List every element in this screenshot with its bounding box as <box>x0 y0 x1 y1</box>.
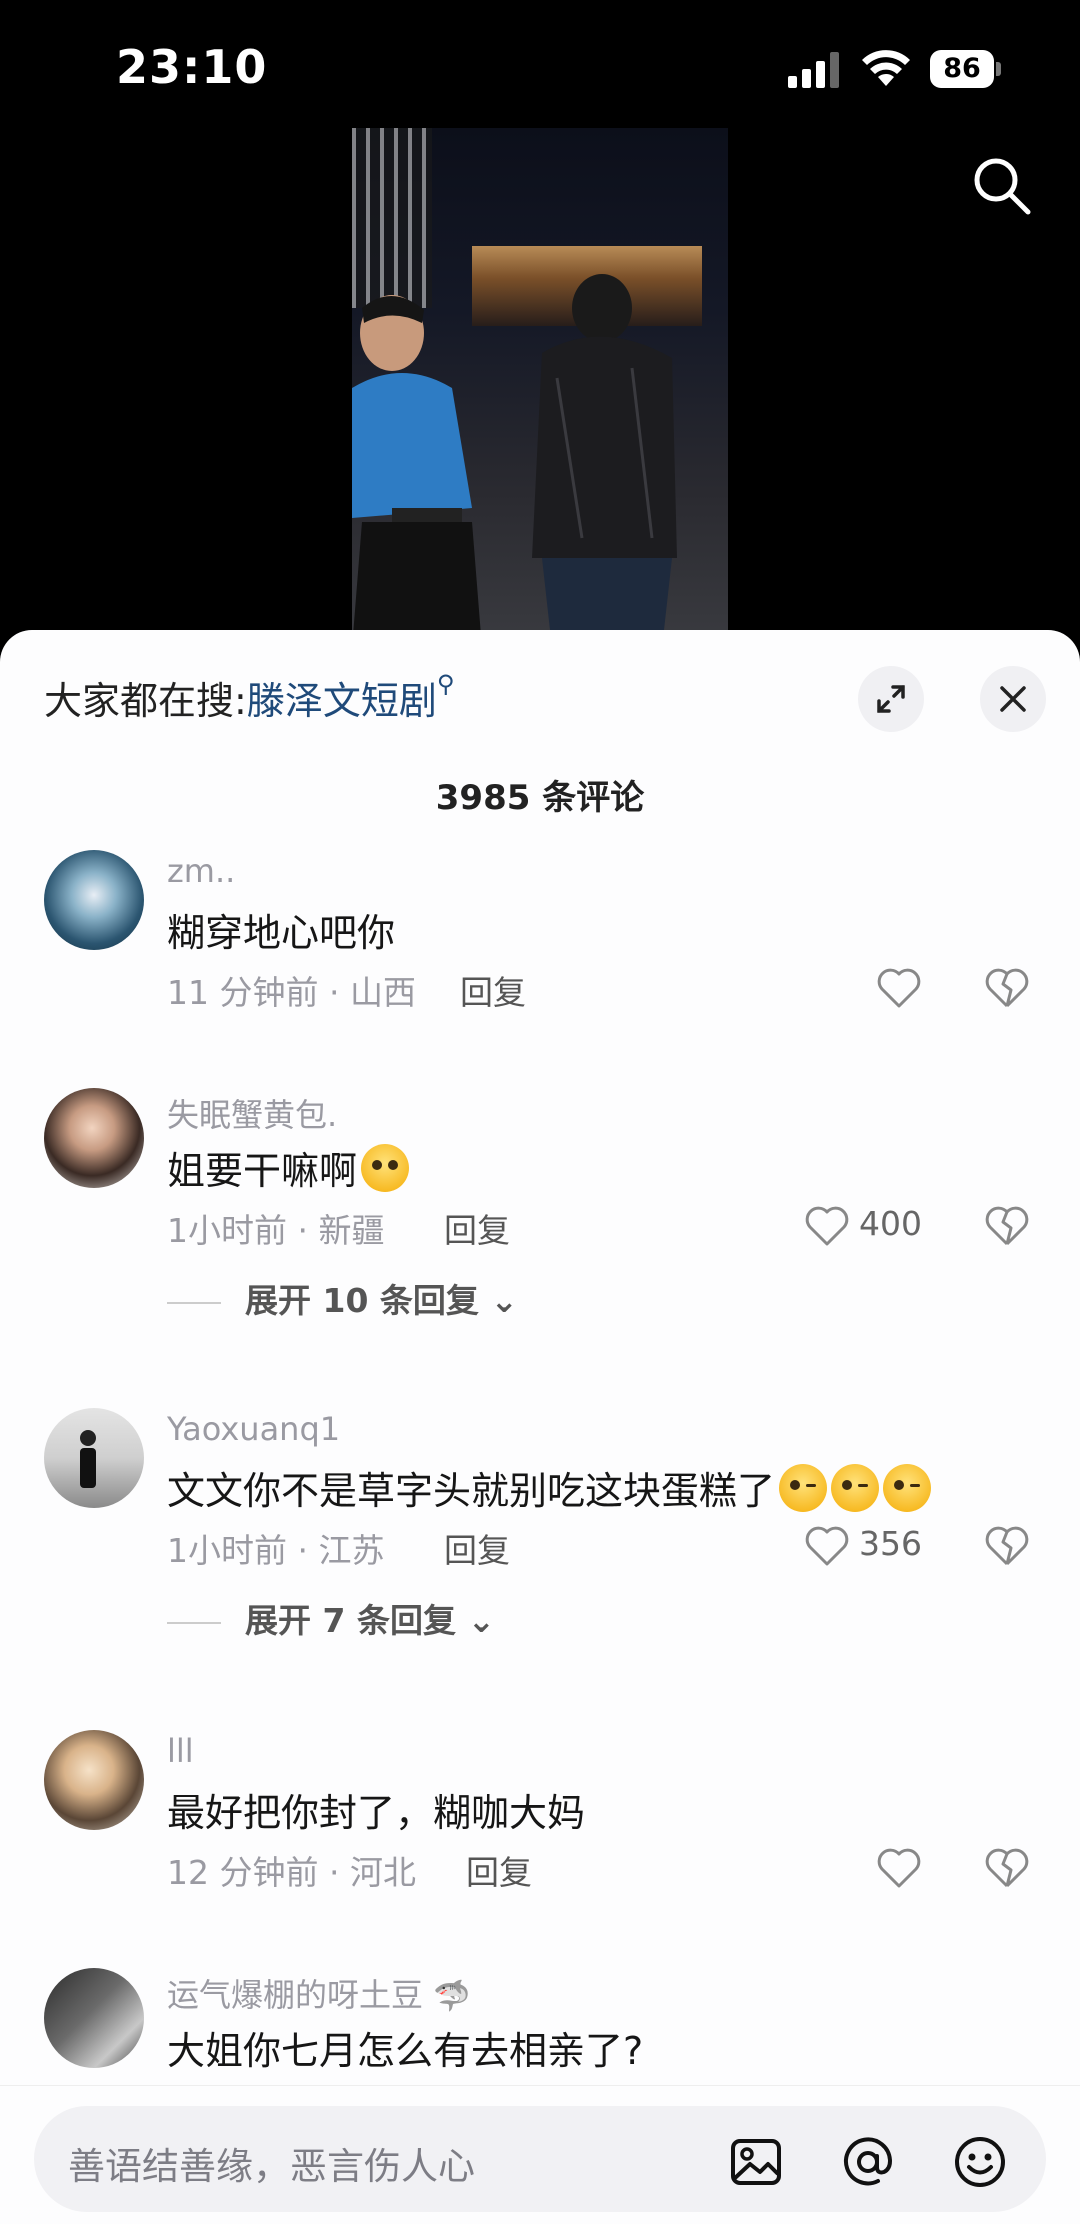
like-button[interactable]: 400 <box>804 1204 934 1250</box>
username-text: 运气爆棚的呀土豆 <box>167 1976 424 2014</box>
comment-sheet: 大家都在搜:滕泽文短剧⚲ 3985 条评论 zm.. 糊穿地心吧你 11 分钟前… <box>0 630 1080 2223</box>
heart-icon <box>877 1848 921 1888</box>
dislike-button[interactable] <box>984 966 1030 1012</box>
comment-meta: 1小时前 · 新疆 <box>167 1211 385 1250</box>
shark-emoji: 🦈 <box>433 1979 471 2014</box>
at-icon[interactable] <box>840 2134 896 2190</box>
battery-level: 86 <box>930 50 994 88</box>
comment-text: 文文你不是草字头就别吃这块蛋糕了 <box>167 1460 932 1515</box>
heart-icon <box>805 1206 849 1246</box>
chevron-down-icon: ⌄ <box>467 1601 496 1640</box>
trending-keyword[interactable]: 滕泽文短剧 <box>247 679 437 723</box>
comment-text-content: 文文你不是草字头就别吃这块蛋糕了 <box>167 1469 776 1513</box>
comment-meta: 11 分钟前 · 山西 <box>167 973 416 1012</box>
cellular-signal-icon <box>788 52 839 88</box>
video-person-woman <box>532 274 677 648</box>
like-button[interactable] <box>876 966 922 1012</box>
small-search-icon: ⚲ <box>436 670 455 698</box>
like-button[interactable] <box>876 1846 922 1892</box>
expand-button[interactable] <box>858 666 924 732</box>
heart-icon <box>877 968 921 1008</box>
status-bar: 23:10 86 <box>0 0 1080 130</box>
image-icon[interactable] <box>728 2134 784 2190</box>
broken-heart-icon <box>985 968 1029 1008</box>
chevron-down-icon: ⌄ <box>490 1281 519 1320</box>
comment-input-placeholder: 善语结善缘，恶言伤人心 <box>68 2145 475 2188</box>
comment-text: 最好把你封了，糊咖大妈 <box>167 1791 586 1835</box>
reply-button[interactable]: 回复 <box>466 1846 532 1894</box>
video-building-left <box>352 128 432 308</box>
winking-face-emoji <box>831 1464 880 1512</box>
battery-indicator: 86 <box>930 50 1002 88</box>
comment-input[interactable]: 善语结善缘，恶言伤人心 <box>34 2106 1046 2212</box>
reply-button[interactable]: 回复 <box>444 1524 510 1572</box>
comment-text: 糊穿地心吧你 <box>167 911 396 955</box>
heart-icon <box>805 1526 849 1566</box>
wifi-icon <box>862 50 910 86</box>
divider-line <box>167 1301 221 1304</box>
comment-count: 3985 条评论 <box>435 778 645 818</box>
comment-text: 大姐你七月怎么有去相亲了? <box>167 2029 644 2073</box>
avatar[interactable] <box>44 850 144 950</box>
winking-face-emoji <box>779 1464 828 1512</box>
expand-replies-label: 展开 10 条回复 <box>245 1281 479 1320</box>
comment-username[interactable]: 失眠蟹黄包. <box>167 1090 337 1136</box>
emoji-icon[interactable] <box>952 2134 1008 2190</box>
comment-username[interactable]: 运气爆棚的呀土豆 🦈 <box>167 1970 471 2016</box>
close-button[interactable] <box>980 666 1046 732</box>
close-icon <box>1000 686 1026 712</box>
expand-replies-label: 展开 7 条回复 <box>245 1601 456 1640</box>
video-person-man <box>352 295 482 648</box>
comment-username[interactable]: lll <box>167 1732 194 1770</box>
search-icon[interactable] <box>970 154 1034 218</box>
dislike-button[interactable] <box>984 1524 1030 1570</box>
comment-text: 姐要干嘛啊 <box>167 1140 410 1195</box>
status-time: 23:10 <box>116 40 268 94</box>
expand-replies-button[interactable]: 展开 10 条回复 ⌄ <box>167 1274 518 1322</box>
trending-prefix: 大家都在搜: <box>44 679 247 723</box>
reply-button[interactable]: 回复 <box>444 1204 510 1252</box>
avatar[interactable] <box>44 1968 144 2068</box>
broken-heart-icon <box>985 1526 1029 1566</box>
expand-replies-button[interactable]: 展开 7 条回复 ⌄ <box>167 1594 495 1642</box>
comment-username[interactable]: zm.. <box>167 852 235 890</box>
broken-heart-icon <box>985 1848 1029 1888</box>
avatar[interactable] <box>44 1730 144 1830</box>
comment-text-content: 姐要干嘛啊 <box>167 1149 358 1193</box>
battery-tip <box>996 62 1001 76</box>
like-count: 400 <box>859 1204 922 1243</box>
avatar[interactable] <box>44 1088 144 1188</box>
trending-search[interactable]: 大家都在搜:滕泽文短剧⚲ <box>44 670 454 725</box>
expand-icon <box>877 685 905 713</box>
broken-heart-icon <box>985 1206 1029 1246</box>
avatar-figure <box>80 1430 96 1488</box>
comment-input-bar: 善语结善缘，恶言伤人心 <box>0 2085 1080 2224</box>
avatar[interactable] <box>44 1408 144 1508</box>
divider-line <box>167 1621 221 1624</box>
comment-username[interactable]: Yaoxuanq1 <box>167 1410 340 1448</box>
like-button[interactable]: 356 <box>804 1524 934 1570</box>
winking-face-emoji <box>883 1464 932 1512</box>
like-count: 356 <box>859 1524 922 1563</box>
reply-button[interactable]: 回复 <box>460 966 526 1014</box>
flushed-face-emoji <box>361 1144 410 1192</box>
comment-meta: 12 分钟前 · 河北 <box>167 1853 416 1892</box>
dislike-button[interactable] <box>984 1204 1030 1250</box>
comment-meta: 1小时前 · 江苏 <box>167 1531 385 1570</box>
video-player[interactable] <box>352 128 728 648</box>
dislike-button[interactable] <box>984 1846 1030 1892</box>
